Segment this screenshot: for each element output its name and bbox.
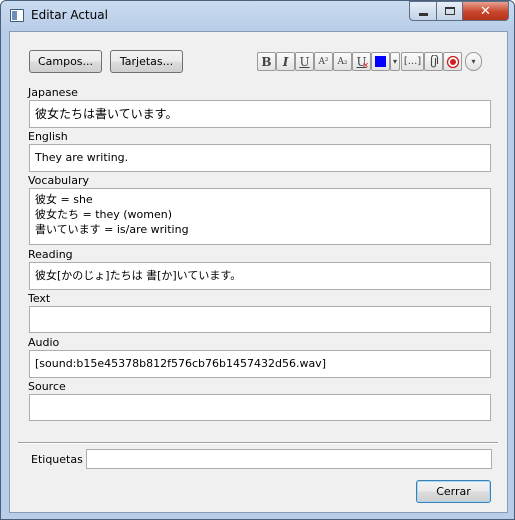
field-label-english: English [28,130,68,143]
record-icon [446,55,459,68]
field-input-reading[interactable]: 彼女[かのじょ]たちは 書[か]いています。 [29,262,491,290]
attach-button[interactable] [424,52,443,71]
minimize-icon [418,12,428,16]
cloze-button[interactable]: [...] [401,52,424,71]
more-options-button[interactable]: ▾ [465,52,482,71]
tags-input[interactable] [86,449,492,469]
field-input-japanese[interactable]: 彼女たちは書いています。 [29,100,491,128]
cards-button[interactable]: Tarjetas... [110,50,183,73]
color-swatch [375,56,386,67]
field-input-text[interactable] [29,306,491,333]
record-button[interactable] [443,52,462,71]
minimize-button[interactable] [409,1,437,21]
field-input-source[interactable] [29,394,491,421]
paperclip-icon [430,54,438,68]
close-dialog-button[interactable]: Cerrar [416,480,491,503]
superscript-button[interactable]: A² [314,52,333,71]
underline-button[interactable]: U [295,52,314,71]
tags-label: Etiquetas [31,453,83,466]
divider [18,442,498,444]
close-icon: ✕ [480,3,491,19]
field-label-vocabulary: Vocabulary [28,174,89,187]
bold-button[interactable]: B [257,52,276,71]
clear-format-button[interactable]: U ✕ [352,52,371,71]
field-label-reading: Reading [28,248,73,261]
color-dropdown-button[interactable]: ▾ [390,52,400,71]
text-color-button[interactable] [371,52,390,71]
editor-window: Editar Actual ✕ Campos... Tarjetas... B … [0,0,515,520]
close-window-button[interactable]: ✕ [462,1,509,21]
subscript-button[interactable]: A₂ [333,52,352,71]
field-label-audio: Audio [28,336,60,349]
title-bar[interactable]: Editar Actual ✕ [1,1,514,31]
window-title: Editar Actual [31,8,108,22]
maximize-button[interactable] [436,1,463,21]
field-input-vocabulary[interactable]: 彼女 = she 彼女たち = they (women) 書いています = is… [29,188,491,245]
maximize-icon [444,7,455,15]
field-input-audio[interactable]: [sound:b15e45378b812f576cb76b1457432d56.… [29,350,491,378]
app-icon [10,9,24,22]
field-label-text: Text [28,292,51,305]
field-label-source: Source [28,380,66,393]
clear-mark-icon: ✕ [362,61,369,70]
fields-button[interactable]: Campos... [29,50,102,73]
field-label-japanese: Japanese [28,86,78,99]
italic-button[interactable]: I [276,52,295,71]
field-input-english[interactable]: They are writing. [29,144,491,172]
editor-client-area: Campos... Tarjetas... B I U A² A₂ U ✕ ▾ … [9,31,508,513]
